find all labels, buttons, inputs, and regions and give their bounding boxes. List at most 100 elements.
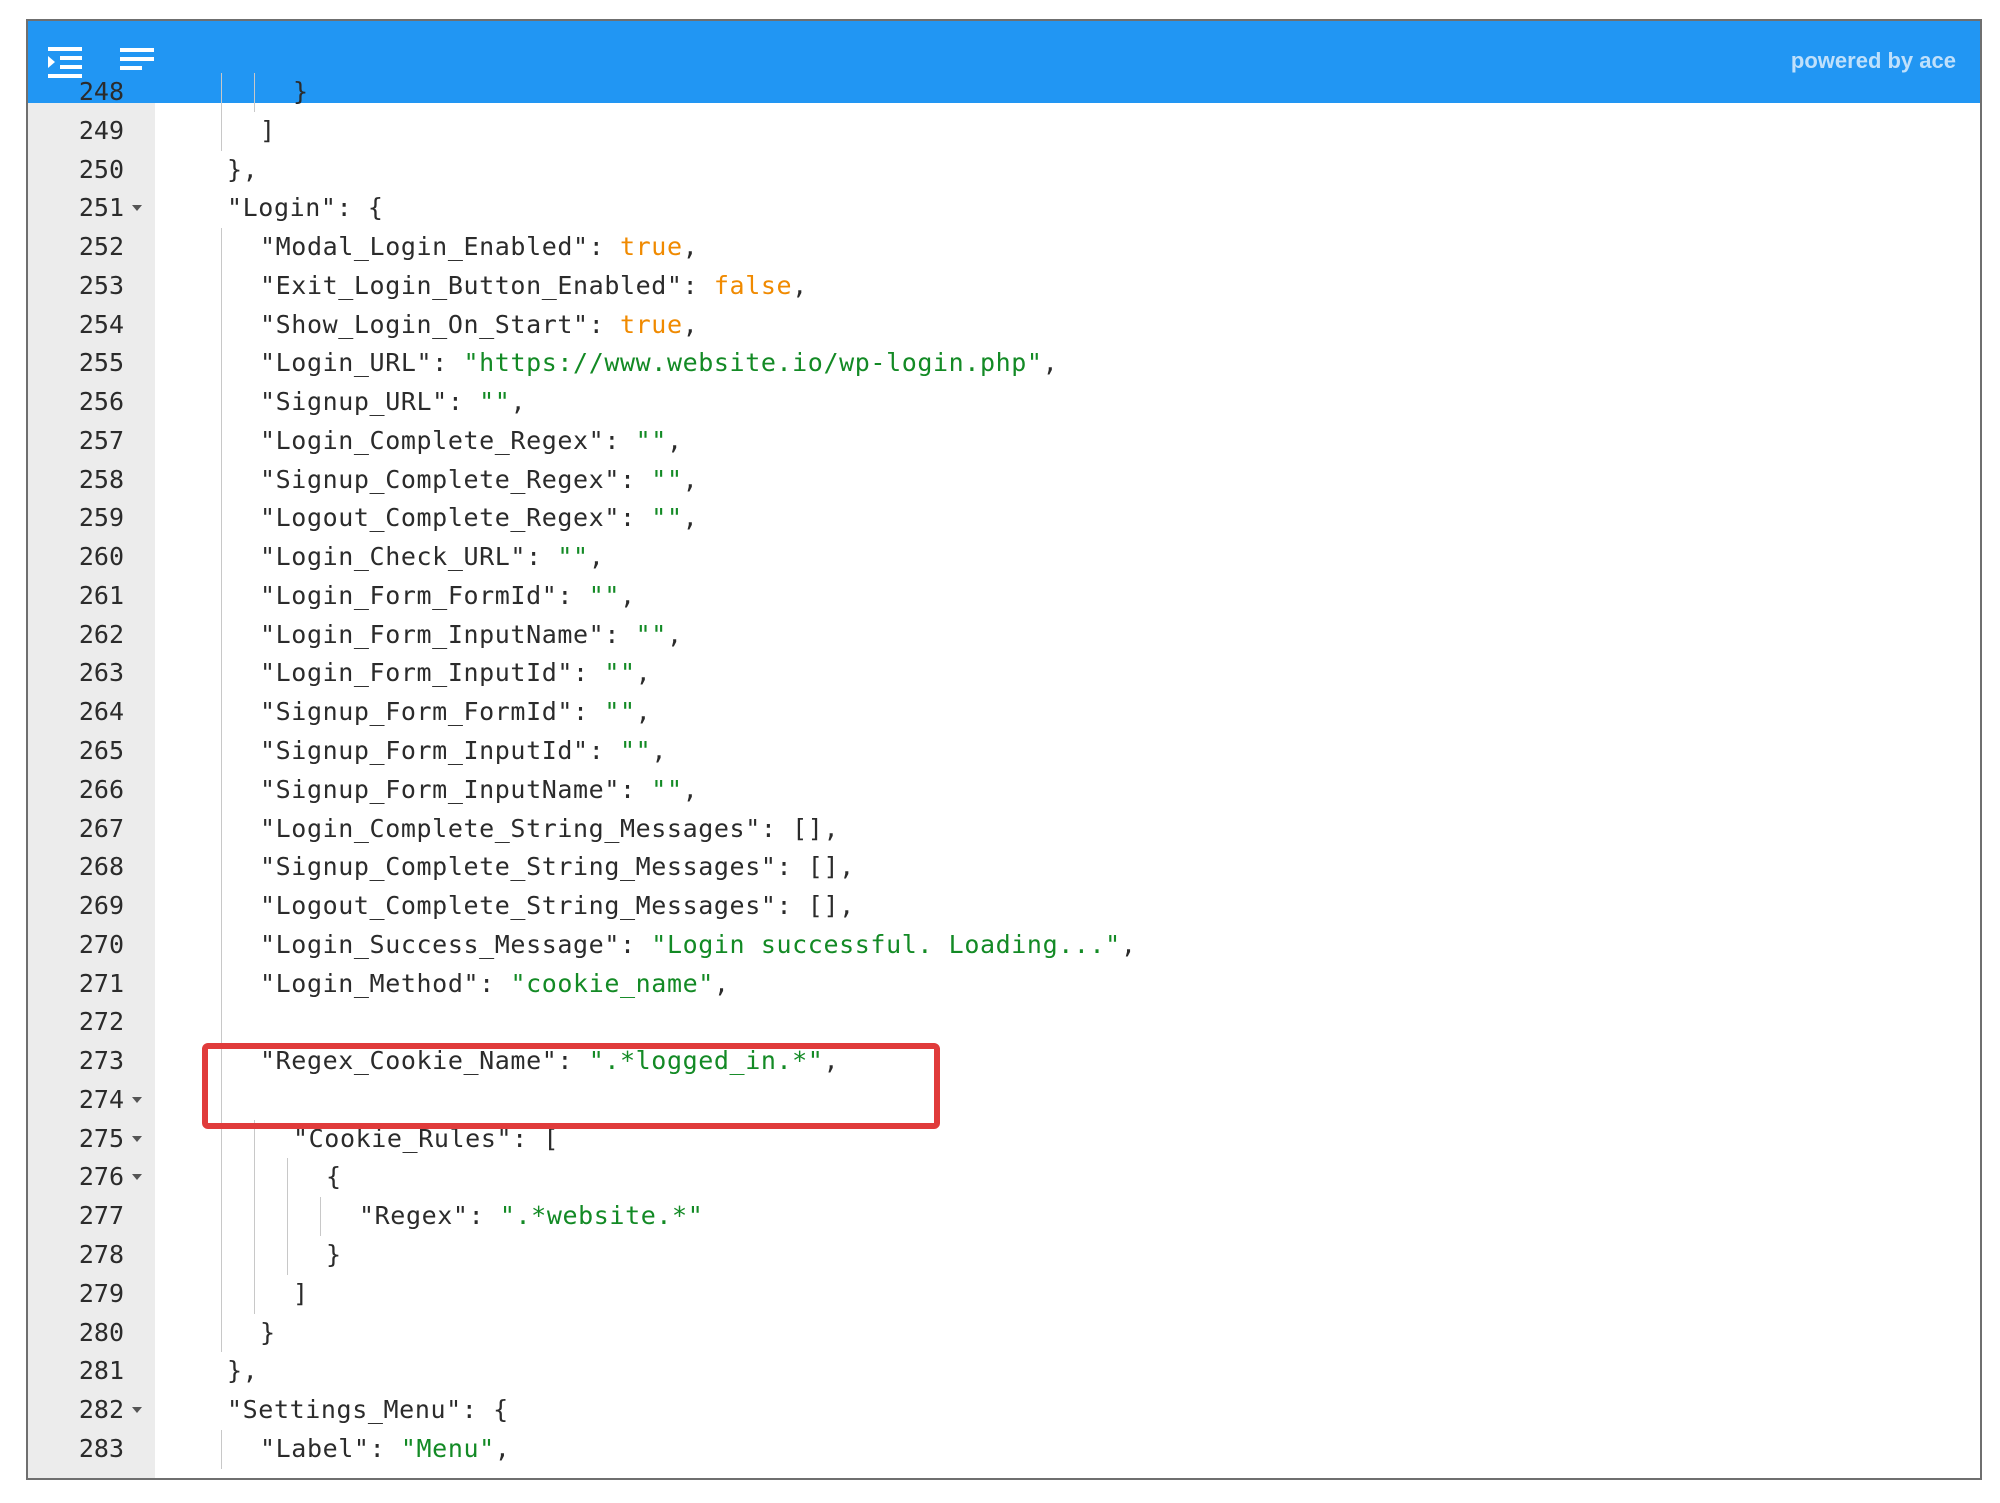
- code-line[interactable]: 271 "Login_Method": "cookie_name",: [28, 964, 1980, 1004]
- line-number: 257: [78, 425, 124, 455]
- code-text: ]: [293, 1275, 309, 1314]
- code-line[interactable]: 268 "Signup_Complete_String_Messages": []…: [28, 848, 1980, 888]
- code-line[interactable]: 276 {: [28, 1158, 1980, 1198]
- code-line[interactable]: 265 "Signup_Form_InputId": "",: [28, 732, 1980, 771]
- json-punctuation: ,: [635, 658, 652, 688]
- code-line[interactable]: 258 "Signup_Complete_Regex": "",: [28, 460, 1980, 500]
- indent-guide: [221, 499, 222, 539]
- json-punctuation: : {: [336, 193, 384, 223]
- code-line[interactable]: 273 "Regex_Cookie_Name": ".*logged_in.*",: [28, 1042, 1980, 1081]
- line-number: 269: [78, 891, 124, 921]
- json-punctuation: :: [573, 697, 605, 727]
- line-number: 276: [78, 1162, 124, 1192]
- json-punctuation: }: [293, 77, 309, 106]
- indent-guide: [221, 111, 222, 151]
- code-line[interactable]: 281},: [28, 1352, 1980, 1391]
- json-punctuation: :: [619, 503, 652, 533]
- json-key: "Login_Method": [260, 968, 480, 998]
- indent-guide: [254, 1119, 255, 1159]
- code-line[interactable]: 283 "Label": "Menu",: [28, 1429, 1980, 1469]
- fold-toggle-icon[interactable]: [132, 1135, 142, 1142]
- code-line[interactable]: 277 "Regex": ".*website.*": [28, 1197, 1980, 1236]
- powered-by-label[interactable]: powered by ace: [1791, 48, 1956, 74]
- code-line[interactable]: 278}: [28, 1235, 1980, 1275]
- fold-toggle-icon[interactable]: [132, 1407, 142, 1414]
- code-line[interactable]: 254 "Show_Login_On_Start": true,: [28, 305, 1980, 345]
- code-line[interactable]: 270 "Login_Success_Message": "Login succe…: [28, 925, 1980, 965]
- line-number: 281: [78, 1356, 124, 1386]
- indent-guide: [221, 344, 222, 384]
- line-number: 272: [78, 1007, 124, 1037]
- json-boolean: true: [620, 232, 683, 262]
- code-line[interactable]: 255 "Login_URL": "https://www.website.io/…: [28, 344, 1980, 384]
- json-key: "Settings_Menu": [227, 1395, 462, 1425]
- json-punctuation: : [],: [776, 852, 855, 882]
- code-text: "Regex_Cookie_Name": ".*logged_in.*",: [260, 1042, 839, 1081]
- json-punctuation: ,: [1120, 929, 1137, 959]
- json-punctuation: :: [447, 387, 480, 417]
- json-string: "": [651, 774, 683, 804]
- code-line[interactable]: 263 "Login_Form_InputId": "",: [28, 654, 1980, 694]
- code-text: "Login_Check_URL": "",: [260, 538, 604, 577]
- fold-toggle-icon[interactable]: [132, 205, 142, 212]
- code-line[interactable]: 266 "Signup_Form_InputName": "",: [28, 770, 1980, 810]
- indent-guide: [221, 615, 222, 655]
- code-line[interactable]: 256 "Signup_URL": "",: [28, 383, 1980, 422]
- json-string: "": [635, 425, 667, 455]
- code-line[interactable]: 250},: [28, 151, 1980, 190]
- code-line[interactable]: 260 "Login_Check_URL": "",: [28, 538, 1980, 577]
- json-key: "Login_Form_InputName": [260, 619, 605, 649]
- code-line[interactable]: 261 "Login_Form_FormId": "",: [28, 576, 1980, 616]
- json-punctuation: :: [468, 1201, 500, 1231]
- code-text: {: [326, 1158, 342, 1197]
- fold-toggle-icon[interactable]: [132, 1174, 142, 1181]
- code-line[interactable]: 259 "Logout_Complete_Regex": "",: [28, 499, 1980, 539]
- code-line[interactable]: 274: [28, 1080, 1980, 1120]
- code-line[interactable]: 262 "Login_Form_InputName": "",: [28, 615, 1980, 655]
- code-text: }: [326, 1236, 342, 1275]
- json-punctuation: ]: [293, 1278, 309, 1308]
- json-punctuation: :: [588, 736, 620, 766]
- indent-guide: [221, 732, 222, 771]
- code-line[interactable]: 264 "Signup_Form_FormId": "",: [28, 693, 1980, 733]
- line-number: 271: [78, 968, 124, 998]
- json-punctuation: ,: [666, 425, 683, 455]
- json-key: "Login_Complete_String_Messages": [260, 813, 761, 843]
- line-number: 273: [78, 1046, 124, 1076]
- line-number: 268: [78, 852, 124, 882]
- indent-guide: [221, 1235, 222, 1275]
- code-line[interactable]: 282 "Settings_Menu": {: [28, 1391, 1980, 1430]
- indent-guide: [221, 460, 222, 500]
- code-line[interactable]: 252 "Modal_Login_Enabled": true,: [28, 228, 1980, 267]
- code-text: "Cookie_Rules": [: [293, 1120, 559, 1159]
- fold-toggle-icon[interactable]: [132, 1096, 142, 1103]
- code-line[interactable]: 279]: [28, 1274, 1980, 1314]
- code-line[interactable]: 280}: [28, 1313, 1980, 1353]
- code-text: "Signup_URL": "",: [260, 383, 526, 422]
- json-key: "Login": [227, 193, 337, 223]
- code-line[interactable]: 257 "Login_Complete_Regex": "",: [28, 421, 1980, 461]
- code-text: "Show_Login_On_Start": true,: [260, 306, 698, 345]
- json-string: "": [651, 503, 683, 533]
- code-line[interactable]: 251 "Login": {: [28, 189, 1980, 228]
- code-line[interactable]: 248}: [28, 73, 1980, 112]
- code-text: "Login_Form_InputId": "",: [260, 654, 651, 693]
- code-line[interactable]: 272: [28, 1003, 1980, 1043]
- code-line[interactable]: 253 "Exit_Login_Button_Enabled": false,: [28, 266, 1980, 306]
- code-line[interactable]: 267 "Login_Complete_String_Messages": [],: [28, 809, 1980, 849]
- code-text: "Regex": ".*website.*": [359, 1197, 703, 1236]
- json-key: "Signup_Form_InputId": [260, 736, 589, 766]
- json-key: "Login_Check_URL": [260, 542, 527, 572]
- indent-guide: [221, 73, 222, 112]
- json-punctuation: :: [588, 309, 620, 339]
- code-line[interactable]: 249]: [28, 111, 1980, 151]
- code-editor[interactable]: powered by ace 248} 249] 250}, 251 "Login": …: [26, 19, 1982, 1480]
- code-line[interactable]: 269 "Logout_Complete_String_Messages": []…: [28, 887, 1980, 926]
- json-key: "Modal_Login_Enabled": [260, 232, 589, 262]
- code-line[interactable]: 275 "Cookie_Rules": [: [28, 1119, 1980, 1159]
- json-punctuation: :: [557, 1046, 589, 1076]
- code-text: "Login_Form_FormId": "",: [260, 577, 636, 616]
- json-punctuation: ,: [1042, 348, 1059, 378]
- code-content[interactable]: 248} 249] 250}, 251 "Login": {252 "Modal_Logi…: [79, 73, 1980, 1478]
- code-text: "Logout_Complete_String_Messages": [],: [260, 887, 855, 926]
